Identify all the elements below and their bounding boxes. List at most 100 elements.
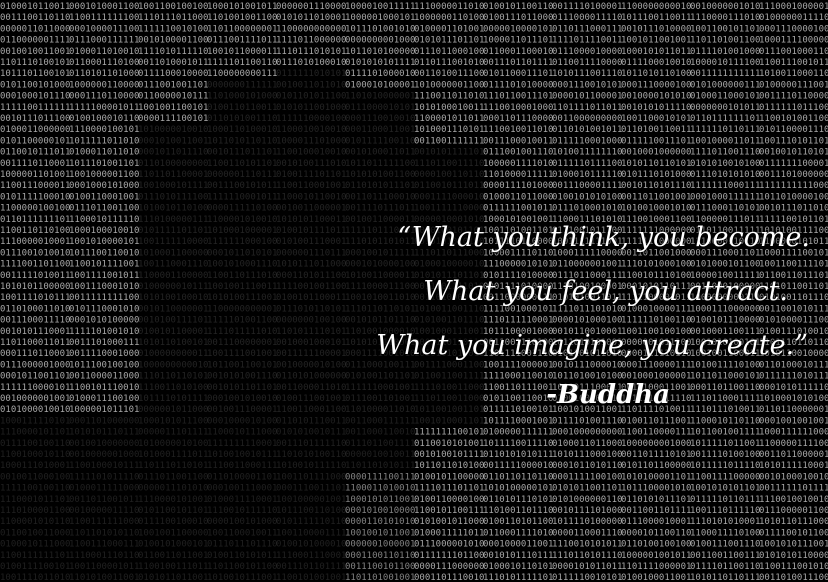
binary-digit-segment: 1000110100010 [207,125,277,135]
binary-digit-segment: 1000111111000 [759,428,828,438]
binary-digit-segment: 1110100000111 [138,215,208,225]
binary-digit-segment: 0111111010101 [276,69,346,79]
binary-digit-segment: 0011010011100 [759,573,828,582]
binary-digit-segment: 1010100001101 [621,472,691,482]
binary-digit-segment: 1000100010010 [69,226,139,236]
binary-digit-segment: 1010100100010 [138,293,208,303]
binary-digit-segment: 0111010111100 [138,192,208,202]
binary-digit-segment: 0000100110110 [414,170,484,180]
binary-digit-segment: 0001110010101 [552,80,622,90]
binary-digit-segment: 1011111011110 [690,461,760,471]
binary-digit-segment: 0111001101001 [345,394,415,404]
binary-digit-segment: 0000111101000 [483,181,553,191]
binary-digit-segment: 0000111110100 [207,204,277,214]
binary-digit-segment: 1111011111010 [207,327,277,337]
binary-digit-segment: 0010101110001 [0,327,70,337]
binary-digit-segment: 0111100010010 [621,58,691,68]
binary-digit-segment: 0001000101110 [0,92,70,102]
binary-digit-segment: 1001110001110 [138,260,208,270]
binary-digit-segment: 0001110110001 [0,349,70,359]
binary-digit-segment: 1100111001011 [759,58,828,68]
binary-digit-segment: 0111011001100 [138,472,208,482]
binary-digit-segment: 0010111011010 [759,204,828,214]
binary-digit-segment: 1101000011111 [483,170,553,180]
binary-digit-segment: 0111111011100 [759,103,828,113]
binary-digit-segment: 1101101010110 [69,528,139,538]
binary-digit-segment: 0010100010010 [759,472,828,482]
binary-digit-segment: 0110101110101 [483,495,553,505]
binary-digit-segment: 1010100000101 [483,484,553,494]
binary-digit-segment: 0101001101101 [345,372,415,382]
binary-digit-segment: 0100101000101 [138,540,208,550]
binary-digit-segment: 0110110110110 [483,472,553,482]
binary-digit-segment: 0001101110010 [414,573,484,582]
binary-digit-segment: 1110000011010 [414,2,484,12]
binary-digit-segment: 1100111100000 [690,472,760,482]
binary-digit-segment: 0001010000100 [345,260,415,270]
binary-digit-segment: 0101010101111 [345,58,415,68]
binary-digit-segment: 0100011010010 [69,47,139,57]
binary-digit-segment: 1011010000100 [759,192,828,202]
binary-digit-segment: 1111111111000 [759,181,828,191]
binary-digit-segment: 1101111011011 [552,103,622,113]
binary-digit-segment: 0011111111111 [690,69,760,79]
binary-digit-segment: 0111000001010 [414,540,484,550]
binary-digit-segment: 1011100001010 [621,484,691,494]
binary-digit-segment: 0110011011001 [138,551,208,561]
binary-digit-segment: 0100000010111 [138,282,208,292]
binary-digit-segment: 1010011000011 [345,271,415,281]
binary-digit-segment: 1110110011110 [414,159,484,169]
binary-digit-segment: 0111101000010 [345,69,415,79]
binary-digit-segment: 1010110110111 [690,573,760,582]
binary-digit-segment: 0111000010001 [621,517,691,527]
binary-digit-segment: 1111101001010 [69,327,139,337]
binary-digit-segment: 0011001111111 [414,136,484,146]
binary-digit-segment: 0100011110001 [207,495,277,505]
quote-block: “What you think, you become. What you fe… [376,218,820,418]
binary-digit-segment: 0100111001001 [276,394,346,404]
binary-digit-segment: 0000110001110 [552,528,622,538]
binary-digit-segment: 0101111100010 [0,192,70,202]
binary-digit-segment: 0001001110001 [207,484,277,494]
binary-digit-segment: 0001101000000 [69,416,139,426]
binary-digit-segment: 0110101010111 [483,450,553,460]
binary-digit-segment: 0100010111000 [0,540,70,550]
binary-digit-segment: 0111101100110 [690,562,760,572]
binary-digit-segment: 1110011010100 [138,383,208,393]
binary-digit-segment: 1110011011010 [414,92,484,102]
binary-digit-segment: 1101111000001 [621,562,691,572]
binary-digit-segment: 1100101111001 [69,260,139,270]
binary-digit-segment: 0101011001101 [552,484,622,494]
binary-digit-segment: 0110000001111 [0,36,70,46]
binary-digit-segment: 0101000010010 [0,405,70,415]
binary-digit-segment: 0010000010100 [276,360,346,370]
binary-digit-segment: 0101100001110 [759,125,828,135]
binary-digit-segment: 0100011000000 [0,125,70,135]
binary-digit-segment: 0101100101000 [0,80,70,90]
binary-digit-segment: 0011101000000 [759,170,828,180]
binary-digit-segment: 1011110101111 [138,394,208,404]
binary-digit-segment: 0001010100000 [69,316,139,326]
binary-digit-segment: 0001110010010 [345,114,415,124]
binary-digit-segment: 0010101101110 [345,316,415,326]
binary-digit-segment: 0001010001100 [69,2,139,12]
binary-digit-segment: 0010000001000 [69,450,139,460]
binary-digit-segment: 1111011000000 [276,36,346,46]
binary-digit-segment: 1100010010010 [276,125,346,135]
binary-digit-segment: 1010010001010 [621,204,691,214]
binary-digit-segment: 0011100101011 [207,181,277,191]
binary-digit-segment: 0110101000000 [276,372,346,382]
binary-digit-segment: 0010000101010 [621,92,691,102]
binary-digit-segment: 1100110001100 [276,405,346,415]
binary-digit-segment: 1011001100101 [207,360,277,370]
binary-digit-segment: 0100111001110 [690,540,760,550]
binary-digit-segment: 1011101001101 [69,159,139,169]
binary-digit-segment: 1110001000001 [759,2,828,12]
binary-digit-segment: 1000001011101 [69,405,139,415]
binary-digit-segment: 1110010101011 [552,540,622,550]
binary-digit-segment: 0110010011000 [0,528,70,538]
binary-digit-segment: 0100001101001 [414,24,484,34]
binary-digit-segment: 0010000001010 [690,2,760,12]
binary-digit-segment: 0010011000001 [276,204,346,214]
binary-digit-segment: 1111001101100 [0,260,70,270]
